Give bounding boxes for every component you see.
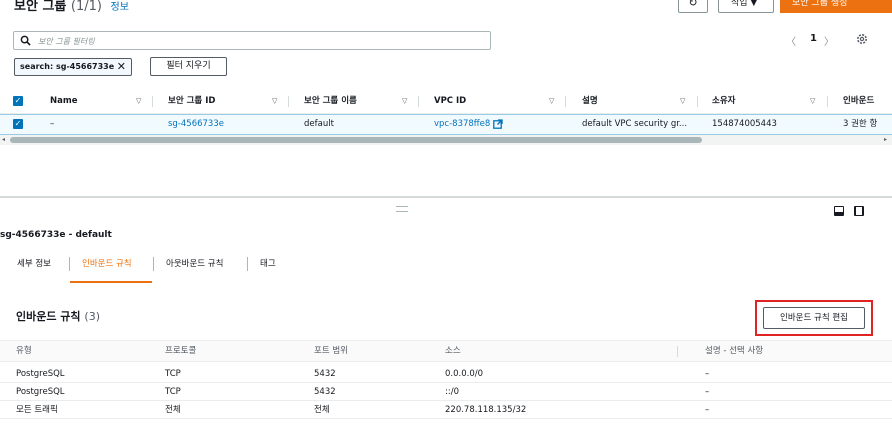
col-owner[interactable]: 소유자 (712, 89, 735, 113)
column-divider (677, 346, 678, 357)
sort-icon[interactable]: ▽ (680, 89, 685, 113)
rules-title-text: 인바운드 규칙 (16, 310, 81, 323)
col-rule-description: 설명 - 선택 사항 (705, 346, 764, 356)
panel-side-icon[interactable] (854, 206, 864, 216)
sort-icon[interactable]: ▽ (136, 89, 141, 113)
col-port-range: 포트 범위 (314, 346, 348, 356)
tab-outbound-rules[interactable]: 아웃바운드 규칙 (166, 254, 223, 284)
scroll-left-icon[interactable]: ◂ (2, 136, 5, 143)
rule-description: – (705, 405, 710, 415)
column-divider (418, 96, 419, 107)
active-tab-underline (70, 281, 152, 283)
table-row: 모든 트래픽 전체 전체 220.78.118.135/32 – (0, 402, 892, 419)
create-security-group-button[interactable]: 보안 그룹 생성 (780, 0, 892, 13)
selection-count: (1/1) (70, 0, 102, 14)
prev-page-button[interactable]: 〈 (786, 33, 796, 48)
gear-icon[interactable] (856, 33, 868, 45)
col-protocol: 프로토콜 (165, 346, 197, 356)
scroll-right-icon[interactable]: ▸ (884, 136, 887, 143)
current-page[interactable]: 1 (810, 33, 817, 44)
table-row[interactable]: ✓ – sg-4566733e default vpc-8378ffe8 def… (0, 114, 892, 135)
rule-port: 전체 (314, 405, 330, 415)
rule-source: 0.0.0.0/0 (445, 369, 484, 379)
col-source: 소스 (445, 346, 461, 356)
table-row: PostgreSQL TCP 5432 0.0.0.0/0 – (0, 366, 892, 383)
detail-title: sg-4566733e - default (0, 230, 112, 240)
tab-divider (153, 257, 154, 271)
col-inbound[interactable]: 인바운드 (843, 89, 874, 113)
sort-icon[interactable]: ▽ (402, 89, 407, 113)
sort-icon[interactable]: ▽ (272, 89, 277, 113)
panel-bottom-icon[interactable] (834, 206, 844, 216)
page-title: 보안 그룹 (1/1) 정보 (14, 0, 129, 14)
cell-vpc-id-text[interactable]: vpc-8378ffe8 (434, 119, 490, 129)
rule-description: – (705, 369, 710, 379)
rule-protocol: TCP (165, 387, 181, 397)
filter-token-text: search: sg-4566733e (20, 62, 115, 71)
col-sg-name[interactable]: 보안 그룹 이름 (304, 89, 357, 113)
external-link-icon (493, 118, 503, 129)
col-vpc-id[interactable]: VPC ID (434, 89, 466, 113)
sort-icon[interactable]: ▽ (810, 89, 815, 113)
rule-port: 5432 (314, 369, 336, 379)
tab-details[interactable]: 세부 정보 (17, 254, 51, 284)
cell-vpc-id[interactable]: vpc-8378ffe8 (434, 115, 503, 134)
column-divider (565, 96, 566, 107)
row-checkbox[interactable]: ✓ (13, 119, 23, 129)
col-type: 유형 (16, 346, 32, 356)
select-all-checkbox[interactable]: ✓ (13, 96, 23, 106)
col-description[interactable]: 설명 (582, 89, 598, 113)
rule-source: 220.78.118.135/32 (445, 405, 527, 415)
rule-port: 5432 (314, 387, 336, 397)
cell-sg-name: default (304, 119, 334, 129)
highlight-box (755, 300, 873, 336)
info-link[interactable]: 정보 (111, 2, 129, 13)
rule-type: PostgreSQL (16, 387, 65, 397)
tab-divider (69, 257, 70, 271)
actions-button[interactable]: 작업 ▼ (718, 0, 774, 13)
column-divider (152, 96, 153, 107)
refresh-button[interactable]: ↻ (678, 0, 708, 13)
search-icon (20, 35, 31, 46)
filter-search-box[interactable] (13, 31, 491, 50)
cell-inbound: 3 권한 항 (843, 119, 878, 129)
sort-icon[interactable]: ▽ (549, 89, 554, 113)
filter-token: search: sg-4566733e ✕ (14, 58, 132, 76)
cell-name: – (50, 119, 55, 129)
drag-handle-icon[interactable] (396, 206, 408, 212)
col-sg-id[interactable]: 보안 그룹 ID (168, 89, 215, 113)
col-name[interactable]: Name (50, 89, 77, 113)
next-page-button[interactable]: 〉 (824, 33, 834, 48)
rule-description: – (705, 387, 710, 397)
rule-source: ::/0 (445, 387, 459, 397)
cell-sg-id[interactable]: sg-4566733e (168, 115, 224, 134)
cell-owner: 154874005443 (712, 119, 777, 129)
rules-title: 인바운드 규칙 (3) (16, 308, 100, 324)
column-divider (697, 96, 698, 107)
page-title-text: 보안 그룹 (14, 0, 67, 14)
column-divider (827, 96, 828, 107)
rules-count: (3) (84, 310, 100, 323)
split-panel-divider[interactable] (0, 196, 892, 198)
scrollbar-thumb[interactable] (10, 137, 702, 143)
table-row: PostgreSQL TCP 5432 ::/0 – (0, 384, 892, 401)
clear-filters-button[interactable]: 필터 지우기 (150, 57, 227, 76)
rule-protocol: TCP (165, 369, 181, 379)
rules-table-header: 유형 프로토콜 포트 범위 소스 설명 - 선택 사항 (0, 340, 892, 362)
refresh-icon: ↻ (688, 0, 698, 9)
table-header: ✓ Name ▽ 보안 그룹 ID ▽ 보안 그룹 이름 ▽ VPC ID ▽ … (0, 89, 892, 114)
tab-tags[interactable]: 태그 (260, 254, 276, 284)
rule-type: PostgreSQL (16, 369, 65, 379)
rule-protocol: 전체 (165, 405, 181, 415)
column-divider (288, 96, 289, 107)
tab-divider (247, 257, 248, 271)
rule-type: 모든 트래픽 (16, 405, 58, 415)
cell-description: default VPC security gr... (582, 119, 688, 129)
tab-inbound-rules[interactable]: 인바운드 규칙 (82, 254, 132, 284)
close-icon[interactable]: ✕ (117, 59, 126, 75)
detail-tabs: 세부 정보 인바운드 규칙 아웃바운드 규칙 태그 (0, 254, 892, 284)
filter-input[interactable] (36, 33, 480, 50)
